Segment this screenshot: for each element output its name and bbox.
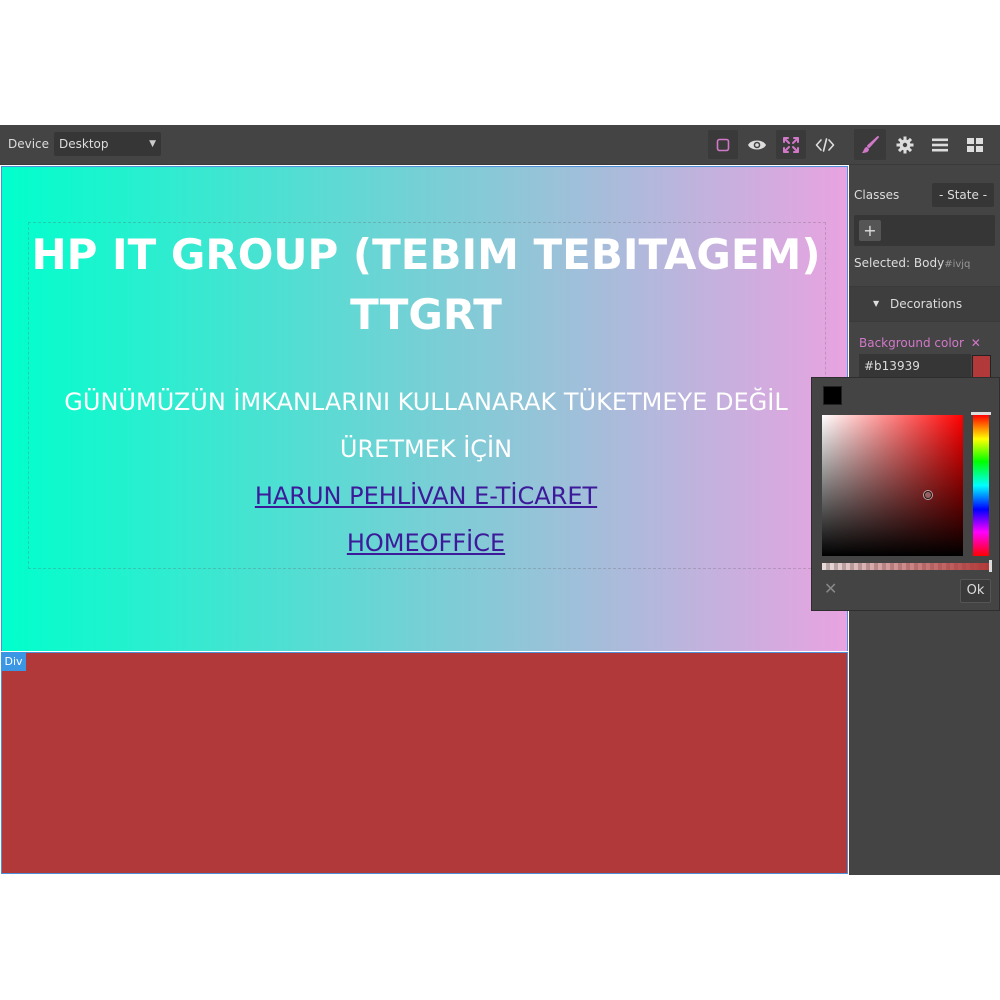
ok-button[interactable]: Ok xyxy=(960,579,991,603)
hero-link-eticaret[interactable]: HARUN PEHLİVAN E-TİCARET xyxy=(28,473,824,520)
selected-info: Selected: Body#ivjq xyxy=(854,256,970,270)
alpha-slider[interactable] xyxy=(822,563,989,570)
sw-visibility-button[interactable] xyxy=(708,130,738,159)
background-color-text: Background color xyxy=(859,336,964,350)
caret-down-icon: ▼ xyxy=(873,299,880,308)
decorations-sector[interactable]: ▼ Decorations xyxy=(849,286,1000,322)
state-select[interactable]: - State - xyxy=(932,183,994,207)
classes-box: + xyxy=(854,215,995,246)
clear-property-icon[interactable]: ✕ xyxy=(971,336,981,350)
paint-brush-icon xyxy=(862,135,879,153)
hero-link-homeoffice-text[interactable]: HOMEOFFİCE xyxy=(347,529,505,557)
style-manager-tab[interactable] xyxy=(854,129,886,160)
state-select-value: - State - xyxy=(938,188,988,202)
hero-link-eticaret-text[interactable]: HARUN PEHLİVAN E-TİCARET xyxy=(255,482,597,510)
layer-manager-tab[interactable] xyxy=(924,129,956,160)
hue-handle[interactable] xyxy=(971,412,991,415)
selected-label: Selected: xyxy=(854,256,911,270)
background-color-label: Background color ✕ xyxy=(859,336,981,350)
selected-name: Body xyxy=(913,256,945,270)
saturation-handle[interactable] xyxy=(924,491,932,499)
preview-button[interactable] xyxy=(742,130,772,159)
gear-icon xyxy=(896,136,914,153)
fullscreen-button[interactable] xyxy=(776,130,806,159)
hue-slider[interactable] xyxy=(973,415,989,556)
blocks-tab[interactable] xyxy=(959,129,991,160)
color-picker: ✕ Ok xyxy=(811,377,1000,611)
add-class-button[interactable]: + xyxy=(859,220,881,241)
device-select[interactable]: Desktop ▼ xyxy=(54,132,161,156)
classes-label: Classes xyxy=(854,188,900,202)
device-label: Device xyxy=(8,137,50,151)
hero-title[interactable]: HP IT GROUP (TEBIM TEBITAGEM) TTGRT xyxy=(28,225,824,345)
device-select-value: Desktop xyxy=(59,137,109,151)
panel-tabs xyxy=(849,125,1000,165)
background-color-input[interactable]: #b13939 xyxy=(859,354,971,378)
hero-section[interactable]: HP IT GROUP (TEBIM TEBITAGEM) TTGRT GÜNÜ… xyxy=(1,166,848,651)
top-toolbar: Device Desktop ▼ xyxy=(0,125,849,165)
editor-canvas: HP IT GROUP (TEBIM TEBITAGEM) TTGRT GÜNÜ… xyxy=(0,165,849,875)
alpha-handle[interactable] xyxy=(989,560,992,572)
caret-down-icon: ▼ xyxy=(149,139,156,149)
code-icon xyxy=(815,137,835,152)
selected-id: #ivjq xyxy=(944,259,971,270)
square-outline-icon xyxy=(716,138,730,151)
hero-subtitle[interactable]: GÜNÜMÜZÜN İMKANLARINI KULLANARAK TÜKETME… xyxy=(28,379,824,473)
selected-div[interactable] xyxy=(1,652,848,874)
expand-icon xyxy=(783,136,799,153)
decorations-title: Decorations xyxy=(890,297,963,311)
hero-link-homeoffice[interactable]: HOMEOFFİCE xyxy=(28,520,824,567)
current-color-swatch xyxy=(823,386,842,405)
background-color-swatch[interactable] xyxy=(972,355,991,379)
close-icon[interactable]: ✕ xyxy=(824,579,837,598)
export-template-button[interactable] xyxy=(810,130,840,159)
bars-icon xyxy=(932,138,948,151)
eye-icon xyxy=(748,140,766,149)
saturation-value-area[interactable] xyxy=(822,415,963,556)
grid-icon xyxy=(967,137,983,152)
settings-tab[interactable] xyxy=(889,129,921,160)
selected-element-badge: Div xyxy=(1,652,26,671)
